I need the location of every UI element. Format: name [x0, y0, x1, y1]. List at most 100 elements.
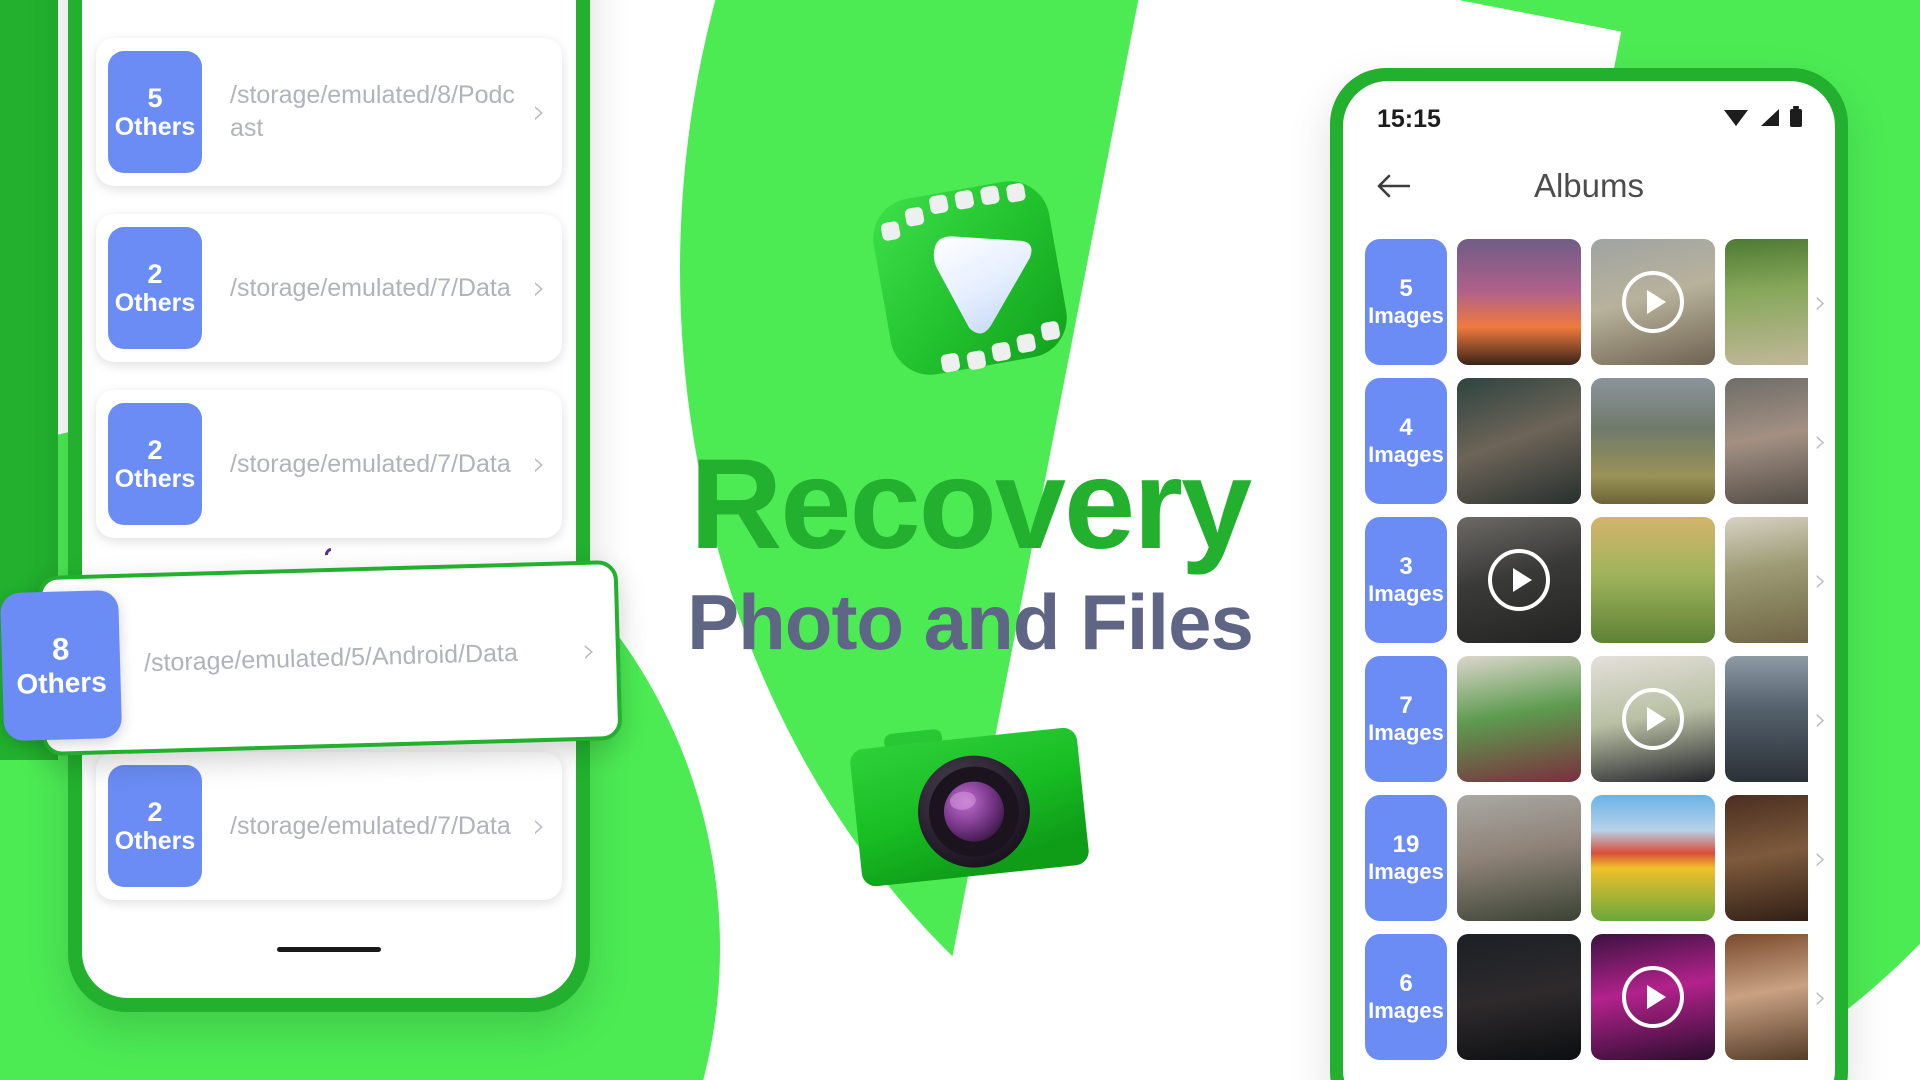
chevron-right-icon[interactable]: ›: [532, 809, 546, 843]
album-thumbnail-video[interactable]: [1457, 516, 1581, 643]
album-thumbnail[interactable]: [1725, 516, 1809, 643]
chevron-right-icon[interactable]: ›: [1814, 564, 1827, 596]
chevron-right-icon[interactable]: ›: [1814, 425, 1827, 457]
album-count-unit: Images: [1368, 997, 1444, 1023]
signal-icon: [1758, 107, 1780, 132]
album-thumbnails[interactable]: [1457, 377, 1809, 504]
album-count-badge: 4 Images: [1365, 377, 1447, 504]
album-thumbnail-video[interactable]: [1591, 238, 1715, 365]
album-thumbnail[interactable]: [1725, 933, 1809, 1060]
album-count-badge: 6 Images: [1365, 933, 1447, 1060]
album-thumbnail[interactable]: [1591, 516, 1715, 643]
file-count-number: 5: [147, 82, 163, 113]
wifi-icon: [1723, 107, 1749, 132]
album-thumbnail[interactable]: [1591, 794, 1715, 921]
status-icons: [1723, 105, 1803, 133]
page-title: Albums: [1533, 167, 1645, 204]
album-count-number: 19: [1392, 831, 1420, 859]
album-count-badge: 19 Images: [1365, 794, 1447, 921]
chevron-right-icon[interactable]: ›: [1814, 703, 1827, 735]
album-thumbnail[interactable]: [1725, 238, 1809, 365]
battery-icon: [1789, 105, 1803, 133]
video-film-play-logo: [855, 163, 1085, 398]
album-thumbnail[interactable]: [1457, 238, 1581, 365]
album-count-unit: Images: [1368, 719, 1444, 745]
file-location-row[interactable]: 2 Others /storage/emulated/7/Data ›: [96, 752, 562, 900]
album-thumbnail[interactable]: [1725, 377, 1809, 504]
album-count-number: 3: [1399, 553, 1413, 581]
file-location-row[interactable]: 2 Others /storage/emulated/7/Data ›: [96, 390, 562, 538]
status-time: 15:15: [1377, 104, 1441, 133]
file-count-unit: Others: [114, 113, 196, 142]
back-arrow-icon[interactable]: [1373, 166, 1413, 206]
album-count-unit: Images: [1368, 858, 1444, 884]
right-phone-mockup: 15:15 Albums 5 Images › 4 Images › 3 Ima…: [1330, 68, 1848, 1080]
play-icon[interactable]: [1488, 548, 1550, 611]
file-count-unit: Others: [114, 465, 196, 494]
file-count-badge: 8 Others: [0, 589, 123, 742]
file-count-unit: Others: [114, 827, 196, 856]
file-count-badge: 2 Others: [108, 403, 202, 525]
album-count-badge: 5 Images: [1365, 238, 1447, 365]
album-count-number: 4: [1399, 414, 1413, 442]
chevron-right-icon[interactable]: ›: [1814, 286, 1827, 318]
album-thumbnail-video[interactable]: [1591, 655, 1715, 782]
album-thumbnail[interactable]: [1457, 655, 1581, 782]
chevron-right-icon[interactable]: ›: [532, 95, 546, 129]
right-phone-screen: 15:15 Albums 5 Images › 4 Images › 3 Ima…: [1343, 81, 1835, 1080]
album-thumbnail[interactable]: [1725, 794, 1809, 921]
album-thumbnail[interactable]: [1457, 933, 1581, 1060]
file-path-text: /storage/emulated/7/Data: [230, 449, 511, 478]
play-icon[interactable]: [1622, 965, 1684, 1028]
album-count-unit: Images: [1368, 302, 1444, 328]
album-row[interactable]: 4 Images ›: [1343, 372, 1835, 509]
album-thumbnails[interactable]: [1457, 933, 1809, 1060]
album-count-number: 6: [1399, 970, 1413, 998]
album-count-unit: Images: [1368, 580, 1444, 606]
file-count-unit: Others: [114, 289, 196, 318]
album-count-number: 5: [1399, 275, 1413, 303]
file-path-text: /storage/emulated/7/Data: [230, 273, 511, 302]
album-thumbnail[interactable]: [1457, 794, 1581, 921]
album-count-badge: 7 Images: [1365, 655, 1447, 782]
album-row[interactable]: 6 Images ›: [1343, 928, 1835, 1065]
chevron-right-icon[interactable]: ›: [1814, 842, 1827, 874]
album-count-unit: Images: [1368, 441, 1444, 467]
app-bar: Albums: [1343, 143, 1835, 229]
page-title: Recovery: [689, 432, 1252, 576]
album-thumbnail[interactable]: [1591, 377, 1715, 504]
play-icon[interactable]: [1622, 270, 1684, 333]
file-location-list[interactable]: 5 Others /storage/emulated/8/Podcast › 2…: [82, 38, 576, 900]
file-path-text: /storage/emulated/7/Data: [230, 811, 511, 840]
album-row[interactable]: 19 Images ›: [1343, 789, 1835, 926]
album-thumbnail[interactable]: [1725, 655, 1809, 782]
chevron-right-icon[interactable]: ›: [1814, 981, 1827, 1013]
file-count-number: 2: [147, 796, 163, 827]
album-row[interactable]: 5 Images ›: [1343, 233, 1835, 370]
album-row[interactable]: 7 Images ›: [1343, 650, 1835, 787]
album-thumbnails[interactable]: [1457, 655, 1809, 782]
file-count-number: 8: [51, 631, 70, 667]
album-list[interactable]: 5 Images › 4 Images › 3 Images › 7 Image…: [1343, 229, 1835, 1065]
chevron-right-icon[interactable]: ›: [532, 271, 546, 305]
album-thumbnail[interactable]: [1457, 377, 1581, 504]
album-row[interactable]: 3 Images ›: [1343, 511, 1835, 648]
file-location-row-highlighted[interactable]: 8 Others /storage/emulated/5/Android/Dat…: [0, 559, 623, 757]
file-count-number: 2: [147, 258, 163, 289]
play-icon[interactable]: [1622, 687, 1684, 750]
file-path-text: /storage/emulated/5/Android/Data: [143, 638, 519, 677]
album-thumbnail-video[interactable]: [1591, 933, 1715, 1060]
left-phone-screen: 5 Others /storage/emulated/8/Podcast › 2…: [82, 0, 576, 998]
album-count-badge: 3 Images: [1365, 516, 1447, 643]
album-count-number: 7: [1399, 692, 1413, 720]
album-thumbnails[interactable]: [1457, 516, 1809, 643]
file-count-badge: 2 Others: [108, 227, 202, 349]
album-thumbnails[interactable]: [1457, 238, 1809, 365]
left-phone-mockup: 5 Others /storage/emulated/8/Podcast › 2…: [68, 0, 590, 1012]
chevron-right-icon[interactable]: ›: [532, 447, 546, 481]
page-subtitle: Photo and Files: [687, 578, 1254, 667]
chevron-right-icon[interactable]: ›: [582, 631, 597, 671]
file-location-row[interactable]: 5 Others /storage/emulated/8/Podcast ›: [96, 38, 562, 186]
album-thumbnails[interactable]: [1457, 794, 1809, 921]
file-location-row[interactable]: 2 Others /storage/emulated/7/Data ›: [96, 214, 562, 362]
